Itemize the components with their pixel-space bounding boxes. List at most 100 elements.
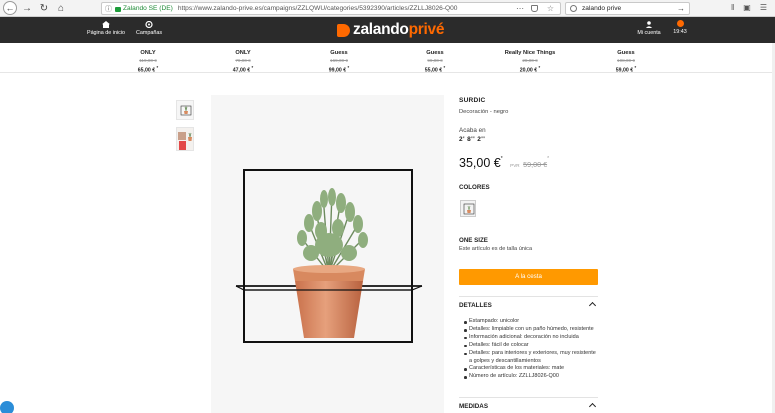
- menu-dots-icon[interactable]: ⋯: [516, 4, 524, 13]
- detail-item: Detalles: limpiable con un paño húmedo, …: [464, 326, 598, 334]
- size-value: 2' 8'' 2'': [459, 136, 486, 143]
- brand-old-price: 28,00 €: [522, 58, 538, 63]
- logo-word-prive: privé: [408, 21, 445, 38]
- feedback-bubble-icon[interactable]: [0, 401, 14, 413]
- campaigns-icon: [145, 21, 153, 28]
- size-note: Este artículo es de talla única: [459, 246, 533, 252]
- details-heading: DETALLES: [459, 302, 492, 309]
- clock-icon: [676, 20, 684, 27]
- browser-toolbar: ← → ↻ ⌂ ⓘ Zalando SE (DE) https://www.za…: [0, 0, 775, 17]
- brand-name: Guess: [617, 50, 635, 56]
- home-nav-button[interactable]: Página de inicio: [86, 19, 126, 36]
- campaigns-nav-button[interactable]: Campañas: [135, 19, 163, 36]
- campaign-brand-strip: ONLY 119,00 € 65,00 € * ONLY 79,90 € 47,…: [0, 47, 775, 75]
- brand-name: Really Nice Things: [504, 50, 556, 56]
- swatch-image: [463, 203, 475, 215]
- forward-icon[interactable]: →: [20, 1, 34, 15]
- detail-item: Número de artículo: ZZLLJ8026-Q00: [464, 373, 598, 381]
- brand-old-price: 99,00 €: [427, 58, 443, 63]
- star-icon[interactable]: ☆: [547, 4, 554, 13]
- brand-item[interactable]: ONLY 119,00 € 65,00 € *: [113, 50, 183, 75]
- user-icon: [645, 21, 653, 28]
- old-price-prefix: PVR: [510, 163, 520, 168]
- home-nav-label: Página de inicio: [86, 30, 126, 36]
- colors-heading: COLORES: [459, 184, 490, 191]
- brand-price: 55,00 € *: [424, 65, 446, 74]
- brand-price: 65,00 € *: [137, 65, 159, 74]
- product-info-panel: SURDIC Decoración - negro Acaba en 2' 8'…: [459, 97, 599, 413]
- campaigns-nav-label: Campañas: [135, 30, 163, 36]
- info-icon[interactable]: ⓘ: [105, 4, 112, 14]
- search-value[interactable]: zalando prive: [582, 5, 621, 12]
- search-input[interactable]: zalando prive →: [565, 2, 690, 15]
- brand-item[interactable]: Guess 169,00 € 99,00 € *: [304, 50, 374, 75]
- chevron-up-icon: [588, 402, 597, 411]
- product-thumbnail[interactable]: [176, 100, 194, 120]
- account-button[interactable]: Mi cuenta: [636, 19, 662, 36]
- detail-item: Detalles: para interiores y exteriores, …: [464, 350, 598, 366]
- price-block: 35,00 €* PVR 59,00 €*: [459, 156, 549, 170]
- brand-item[interactable]: Guess 99,00 € 55,00 € *: [400, 50, 470, 75]
- house-icon: [102, 21, 110, 28]
- browser-tools: ‖ ▣ ☰: [731, 3, 767, 12]
- brand-old-price: 79,90 €: [235, 58, 251, 63]
- brand-name: ONLY: [140, 50, 156, 56]
- product-description: Decoración - negro: [459, 109, 509, 115]
- url-bar[interactable]: ⓘ Zalando SE (DE) https://www.zalando-pr…: [101, 2, 561, 15]
- product-thumbnail[interactable]: [176, 127, 194, 151]
- wall-planter-illustration: [211, 95, 444, 413]
- url-text[interactable]: https://www.zalando-prive.es/campaigns/Z…: [178, 5, 458, 12]
- color-swatch[interactable]: [460, 200, 476, 217]
- details-accordion-header[interactable]: DETALLES: [459, 296, 598, 314]
- measures-accordion-header[interactable]: MEDIDAS: [459, 397, 598, 413]
- timer-value: 19:43: [673, 29, 687, 35]
- pocket-icon[interactable]: [531, 5, 538, 12]
- sidebar-icon[interactable]: ▣: [743, 3, 751, 12]
- product-main-image[interactable]: [211, 95, 444, 413]
- old-price: 59,00 €: [523, 160, 548, 169]
- brand-old-price: 169,00 €: [330, 58, 348, 63]
- brand-name: Guess: [426, 50, 444, 56]
- brand-name: ONLY: [235, 50, 251, 56]
- product-brand[interactable]: SURDIC: [459, 97, 599, 104]
- old-price-asterisk: *: [547, 156, 550, 162]
- add-to-cart-button[interactable]: A la cesta: [459, 269, 598, 285]
- detail-item: Información adicional: decoración no inc…: [464, 334, 598, 342]
- logo-mark-icon: [337, 23, 350, 37]
- session-timer[interactable]: 19:43: [672, 20, 688, 35]
- brand-price: 20,00 € *: [519, 65, 541, 74]
- thumbnail-image: [177, 128, 193, 150]
- brand-item[interactable]: ONLY 79,90 € 47,00 € *: [208, 50, 278, 75]
- zalando-prive-logo[interactable]: zalando privé: [337, 21, 445, 38]
- size-label: Acaba en: [459, 127, 486, 134]
- reload-icon[interactable]: ↻: [37, 1, 51, 15]
- current-price: 35,00 €: [459, 156, 501, 170]
- brand-price: 47,00 € *: [232, 65, 254, 74]
- detail-item: Detalles: fácil de colocar: [464, 342, 598, 350]
- measures-heading: MEDIDAS: [459, 403, 489, 410]
- account-label: Mi cuenta: [637, 30, 661, 36]
- site-header: Página de inicio Campañas zalando privé …: [0, 17, 775, 43]
- back-icon[interactable]: ←: [3, 1, 17, 15]
- lock-icon: [115, 7, 121, 12]
- thumbnail-image: [180, 105, 192, 116]
- site-identity: Zalando SE (DE): [123, 5, 173, 12]
- home-icon[interactable]: ⌂: [54, 1, 68, 15]
- details-list: Estampado: unicolor Detalles: limpiable …: [464, 318, 598, 381]
- size-heading: ONE SIZE: [459, 237, 488, 244]
- detail-item: Estampado: unicolor: [464, 318, 598, 326]
- brand-price: 99,00 € *: [328, 65, 350, 74]
- chevron-up-icon: [588, 301, 597, 310]
- brand-old-price: 108,00 €: [617, 58, 635, 63]
- brand-old-price: 119,00 €: [139, 58, 157, 63]
- price-asterisk: *: [500, 156, 503, 162]
- detail-item: Características de los materiales: mate: [464, 365, 598, 373]
- brand-item[interactable]: Guess 108,00 € 59,00 € *: [591, 50, 661, 75]
- library-icon[interactable]: ‖: [731, 3, 734, 12]
- brand-price: 59,00 € *: [615, 65, 637, 74]
- go-arrow-icon[interactable]: →: [677, 4, 685, 13]
- hamburger-menu-icon[interactable]: ☰: [760, 3, 767, 12]
- brand-name: Guess: [330, 50, 348, 56]
- search-icon: [570, 5, 577, 12]
- brand-item[interactable]: Really Nice Things 28,00 € 20,00 € *: [495, 50, 565, 75]
